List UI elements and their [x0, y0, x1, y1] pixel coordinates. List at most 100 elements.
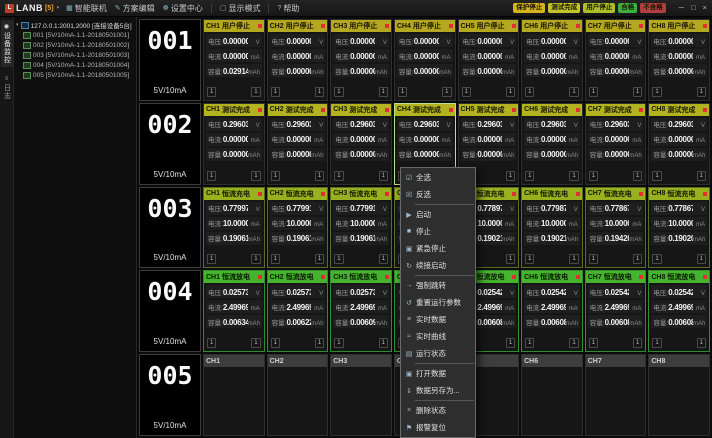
channel-card[interactable]: CH1: [203, 354, 265, 436]
channel-card[interactable]: CH6: [521, 354, 583, 436]
context-menu-item-alarm-reset[interactable]: ⚑报警复位: [402, 419, 474, 436]
channel-card[interactable]: CH8用户停止电压:0.00000V电流:0.00000mA容量:0.00000…: [648, 19, 710, 101]
sidebar-tab-device-monitor[interactable]: ◉设备监控: [1, 20, 13, 67]
capacity-value: 0.00608: [477, 318, 502, 327]
channel-header: CH6: [522, 355, 582, 367]
recording-dot-icon: [258, 108, 262, 112]
context-menu-item-run-status[interactable]: ▤运行状态: [402, 345, 474, 362]
current-row: 电流:0.00000mA: [461, 49, 517, 62]
channel-card[interactable]: CH2: [267, 354, 329, 436]
menu-plan-editor[interactable]: ✎方案编辑: [115, 3, 155, 14]
capacity-row: 容量:0.00000mAh: [651, 64, 707, 77]
channel-card[interactable]: CH1用户停止电压:0.00000V电流:0.00000mA容量:0.02914…: [203, 19, 265, 101]
close-button[interactable]: ×: [703, 3, 707, 13]
current-row: 电流:0.00000mA: [524, 49, 580, 62]
current-value: 2.49969: [350, 303, 375, 312]
tree-device-item[interactable]: 002 [5V/10mA-1.1-20180501002]: [16, 40, 134, 50]
voltage-label: 电压:: [335, 287, 350, 297]
channel-card[interactable]: CH2用户停止电压:0.00000V电流:0.00000mA容量:0.00000…: [267, 19, 329, 101]
context-menu-item-open-data[interactable]: ▣打开数据: [402, 365, 474, 382]
channel-card[interactable]: CH3恒流放电电压:0.02573V电流:2.49969mA容量:0.00609…: [330, 270, 392, 352]
channel-card[interactable]: CH7恒流充电电压:0.77867V电流:10.0000mA容量:0.19420…: [585, 187, 647, 269]
tree-device-item[interactable]: 005 [5V/10mA-1.1-20180501005]: [16, 70, 134, 80]
channel-card[interactable]: CH3恒流充电电压:0.77991V电流:10.0000mA容量:0.19061…: [330, 187, 392, 269]
voltage-label: 电压:: [526, 287, 541, 297]
minimize-button[interactable]: ─: [679, 3, 684, 13]
voltage-label: 电压:: [653, 203, 668, 213]
channel-card[interactable]: CH6测试完成电压:0.29603V电流:0.00000mA容量:0.00000…: [521, 103, 583, 185]
context-menu-item-save-data-as[interactable]: ⇓数据另存为...: [402, 382, 474, 399]
capacity-unit: mAh: [375, 153, 387, 159]
step-number: 1: [334, 254, 343, 264]
channel-name: CH5: [461, 106, 475, 113]
menu-display-mode[interactable]: ▢显示模式: [220, 3, 261, 14]
device-display[interactable]: 0045V/10mA: [139, 270, 201, 352]
channel-card[interactable]: CH3用户停止电压:0.00000V电流:0.00000mA容量:0.00000…: [330, 19, 392, 101]
context-menu-item-resume-start[interactable]: ↻续接启动: [402, 257, 474, 274]
context-menu-item-realtime-data[interactable]: ≡实时数据: [402, 311, 474, 328]
capacity-row: 容量:0.00608mAh: [651, 315, 707, 328]
channel-card[interactable]: CH7用户停止电压:0.00000V电流:0.00000mA容量:0.00000…: [585, 19, 647, 101]
menu-label: 帮助: [283, 3, 299, 14]
channel-card[interactable]: CH2恒流充电电压:0.77991V电流:10.0000mA容量:0.19061…: [267, 187, 329, 269]
capacity-row: 容量:0.02914mAh: [206, 64, 262, 77]
device-display[interactable]: 0035V/10mA: [139, 187, 201, 269]
channel-card[interactable]: CH4用户停止电压:0.00000V电流:0.00000mA容量:0.00000…: [394, 19, 456, 101]
channel-card[interactable]: CH3测试完成电压:0.29603V电流:0.00000mA容量:0.00000…: [330, 103, 392, 185]
channel-card[interactable]: CH7测试完成电压:0.29603V电流:0.00000mA容量:0.00000…: [585, 103, 647, 185]
sidebar-tab-log[interactable]: ≡日志: [1, 73, 13, 103]
channel-name: CH1: [206, 106, 220, 113]
capacity-value: 0.00000: [668, 67, 693, 76]
capacity-value: 0.00000: [477, 150, 502, 159]
current-row: 电流:0.00000mA: [461, 133, 517, 146]
context-menu-item-start[interactable]: ▶启动: [402, 206, 474, 223]
device-display[interactable]: 0015V/10mA: [139, 19, 201, 101]
channel-card[interactable]: CH6恒流放电电压:0.02542V电流:2.49969mA容量:0.00608…: [521, 270, 583, 352]
channel-card[interactable]: CH5用户停止电压:0.00000V电流:0.00000mA容量:0.00000…: [458, 19, 520, 101]
chevron-down-icon[interactable]: ▾: [57, 5, 60, 11]
channel-card[interactable]: CH8恒流充电电压:0.77867V电流:10.0000mA容量:0.19020…: [648, 187, 710, 269]
capacity-row: 容量:0.19061mAh: [270, 232, 326, 245]
app-brand[interactable]: L LANB [5] ▾: [5, 3, 59, 13]
context-menu-item-stop[interactable]: ■停止: [402, 223, 474, 240]
channel-card[interactable]: CH7恒流放电电压:0.02542V电流:2.49969mA容量:0.00608…: [585, 270, 647, 352]
tree-device-item[interactable]: 001 [5V/10mA-1.1-20180501001]: [16, 30, 134, 40]
voltage-row: 电压:0.02542V: [524, 285, 580, 298]
channel-card[interactable]: CH6用户停止电压:0.00000V电流:0.00000mA容量:0.00000…: [521, 19, 583, 101]
tree-device-item[interactable]: 003 [5V/10mA-1.1-20180501003]: [16, 50, 134, 60]
channel-card[interactable]: CH1恒流充电电压:0.77997V电流:10.0000mA容量:0.19061…: [203, 187, 265, 269]
recording-dot-icon: [258, 24, 262, 28]
channel-status: 恒流放电: [286, 272, 320, 282]
context-menu-item-realtime-curve[interactable]: ≈实时曲线: [402, 328, 474, 345]
device-display[interactable]: 0025V/10mA: [139, 103, 201, 185]
current-value: 0.00000: [605, 52, 630, 61]
channel-card[interactable]: CH8测试完成电压:0.29603V电流:0.00000mA容量:0.00000…: [648, 103, 710, 185]
channel-card[interactable]: CH1测试完成电压:0.29603V电流:0.00000mA容量:0.00000…: [203, 103, 265, 185]
context-menu-item-select-all[interactable]: ☑全选: [402, 169, 474, 186]
channel-card[interactable]: CH1恒流放电电压:0.02573V电流:2.49969mA容量:0.00634…: [203, 270, 265, 352]
menu-help[interactable]: ?帮助: [277, 3, 299, 14]
menu-settings-center[interactable]: ☸设置中心: [163, 3, 203, 14]
channel-card[interactable]: CH6恒流充电电压:0.77987V电流:10.0000mA容量:0.19021…: [521, 187, 583, 269]
device-spec: 5V/10mA: [154, 86, 187, 95]
tree-root-node[interactable]: ▾ 127.0.0.1:2001,2000 [连接设备5台]: [16, 20, 134, 30]
channel-card[interactable]: CH3: [330, 354, 392, 436]
tree-expand-icon[interactable]: ▾: [16, 22, 19, 28]
context-menu-label: 数据另存为...: [416, 385, 460, 396]
context-menu-item-reset-run-params[interactable]: ↺重置运行参数: [402, 294, 474, 311]
tree-device-item[interactable]: 004 [5V/10mA-1.1-20180501004]: [16, 60, 134, 70]
context-menu-item-force-jump[interactable]: →强制跳转: [402, 277, 474, 294]
context-menu-item-delete-status[interactable]: ×删除状态: [402, 402, 474, 419]
channel-card[interactable]: CH2恒流放电电压:0.02573V电流:2.49969mA容量:0.00622…: [267, 270, 329, 352]
channel-card[interactable]: CH8恒流放电电压:0.02542V电流:2.49969mA容量:0.00608…: [648, 270, 710, 352]
device-display[interactable]: 0055V/10mA: [139, 354, 201, 436]
menu-smart-connect[interactable]: ▦智能联机: [66, 3, 107, 14]
context-menu-item-emergency-stop[interactable]: ▣紧急停止: [402, 240, 474, 257]
voltage-value: 0.02542: [605, 288, 630, 297]
channel-card[interactable]: CH7: [585, 354, 647, 436]
maximize-button[interactable]: □: [691, 3, 696, 13]
context-menu-item-invert-selection[interactable]: ☒反选: [402, 186, 474, 203]
channel-card[interactable]: CH8: [648, 354, 710, 436]
capacity-unit: mAh: [629, 70, 641, 76]
channel-card[interactable]: CH2测试完成电压:0.29603V电流:0.00000mA容量:0.00000…: [267, 103, 329, 185]
